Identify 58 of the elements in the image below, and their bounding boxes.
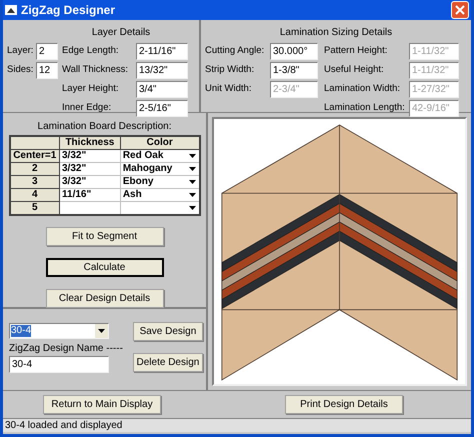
push-button[interactable]: Fit to Segment — [46, 227, 164, 246]
field-label: Pattern Height: — [323, 44, 388, 58]
field-label: Layer Height: — [62, 82, 120, 96]
text-field[interactable]: 3/4" — [136, 81, 188, 98]
table-cell[interactable]: 3/32" — [60, 150, 120, 162]
field-label: Lamination Width: — [323, 82, 402, 96]
row-header: 2 — [10, 162, 60, 176]
table-cell[interactable]: 3/32" — [60, 176, 120, 188]
table-cell[interactable] — [60, 202, 120, 215]
field-label: Strip Width: — [205, 63, 256, 78]
section-title: Layer Details — [90, 26, 152, 40]
push-button[interactable]: Return to Main Display — [43, 395, 161, 414]
text-field[interactable]: 13/32" — [136, 62, 188, 79]
app-icon — [5, 5, 17, 15]
design-name-field[interactable]: 30-4 — [9, 356, 109, 373]
push-button[interactable]: Clear Design Details — [46, 289, 164, 308]
column-header: Thickness — [60, 136, 120, 150]
field-label: Wall Thickness: — [62, 63, 129, 78]
field-label: Layer: — [7, 44, 34, 58]
field-label: Lamination Length: — [323, 101, 406, 116]
text-field[interactable]: 30.000° — [270, 43, 318, 60]
close-button[interactable] — [451, 1, 469, 19]
row-header: 5 — [10, 202, 60, 215]
push-button[interactable]: Save Design — [132, 322, 203, 341]
dropdown-arrow-icon[interactable] — [188, 180, 196, 184]
dropdown-arrow-icon — [98, 329, 105, 333]
window-title: ZigZag Designer — [21, 2, 116, 19]
field-label: ZigZag Design Name ----- — [9, 342, 123, 356]
field-label: Cutting Angle: — [205, 44, 266, 58]
dropdown-arrow-icon[interactable] — [188, 154, 196, 158]
field-label: Unit Width: — [205, 82, 252, 96]
section-title: Lamination Sizing Details — [278, 26, 394, 40]
row-header: Center=1 — [10, 150, 60, 162]
field-label: Sides: — [7, 63, 34, 78]
text-field[interactable]: 1-3/8" — [270, 62, 318, 79]
column-header: Color — [120, 136, 200, 150]
design-combo-box[interactable]: 30-4 — [9, 323, 109, 339]
status-bar: 30-4 loaded and displayed — [3, 418, 471, 432]
text-field[interactable]: 12 — [36, 62, 58, 79]
push-button[interactable]: Calculate — [46, 258, 164, 277]
dropdown-arrow-icon[interactable] — [188, 193, 196, 197]
text-field[interactable]: 2-11/16" — [136, 43, 188, 60]
row-header: 4 — [10, 188, 60, 202]
text-field[interactable]: 2-5/16" — [136, 100, 188, 117]
row-header: 3 — [10, 176, 60, 188]
push-button[interactable]: Delete Design — [132, 353, 203, 372]
field-label: Edge Length: — [62, 44, 120, 58]
dropdown-arrow-icon[interactable] — [188, 167, 196, 171]
push-button[interactable]: Print Design Details — [285, 395, 403, 414]
field-label: Useful Height: — [323, 63, 385, 78]
close-icon — [455, 5, 465, 15]
text-field[interactable]: 2 — [36, 43, 58, 60]
dropdown-arrow-icon[interactable] — [188, 206, 196, 210]
field-label: Inner Edge: — [62, 101, 112, 116]
combo-value: 30-4 — [11, 325, 32, 337]
table-title: Lamination Board Description: — [38, 120, 172, 134]
table-cell[interactable]: 11/16" — [60, 188, 120, 202]
table-cell[interactable]: 3/32" — [60, 162, 120, 176]
